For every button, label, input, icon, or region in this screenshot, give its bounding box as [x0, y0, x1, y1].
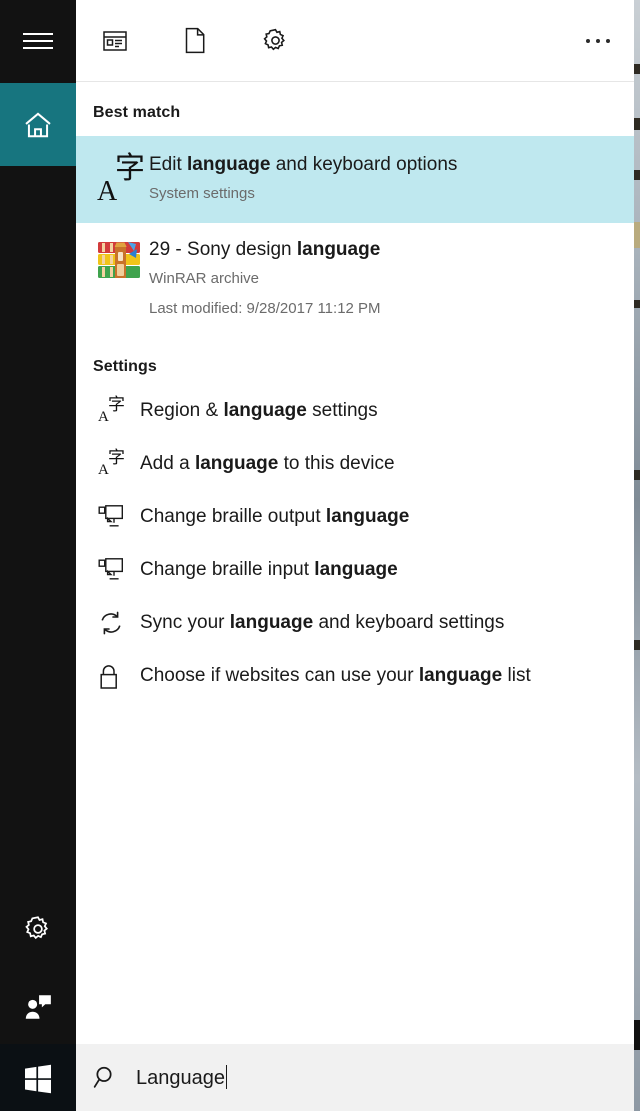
- setting-item-label: Change braille output language: [140, 506, 410, 527]
- search-box[interactable]: Language: [76, 1044, 634, 1111]
- result-icon: [93, 237, 149, 289]
- file-result[interactable]: 29 - Sony design language WinRAR archive…: [76, 223, 634, 334]
- navigation-rail: [0, 0, 76, 1111]
- setting-item-label: Region & language settings: [140, 400, 378, 421]
- search-results-panel: Best match A字 Edit language and keyboard…: [76, 0, 634, 1044]
- best-match-heading: Best match: [93, 104, 181, 121]
- hamburger-icon: [23, 28, 53, 54]
- sidebar-item-settings[interactable]: [0, 888, 76, 970]
- gear-icon: [25, 916, 48, 940]
- file-result-title: 29 - Sony design language: [149, 239, 381, 260]
- setting-item-braille-output[interactable]: Change braille output language: [76, 490, 634, 543]
- setting-item-label: Choose if websites can use your language…: [140, 665, 531, 686]
- setting-item-label: Change braille input language: [140, 559, 398, 580]
- file-result-subtitle: WinRAR archive: [149, 270, 260, 287]
- setting-item-braille-input[interactable]: Change braille input language: [76, 543, 634, 596]
- feedback-icon: [25, 995, 51, 1019]
- text-cursor: [225, 1065, 227, 1089]
- home-icon: [25, 111, 51, 137]
- file-result-modified: Last modified: 9/28/2017 11:12 PM: [149, 300, 381, 317]
- braille-display-icon: [98, 558, 124, 580]
- more-options-button[interactable]: [586, 38, 610, 43]
- language-icon: A字: [98, 394, 125, 425]
- ellipsis-dot: [606, 38, 610, 43]
- tab-settings[interactable]: [246, 12, 304, 70]
- tab-apps[interactable]: [86, 12, 144, 70]
- winrar-archive-icon: [98, 242, 140, 278]
- ellipsis-dot: [586, 38, 590, 43]
- sync-icon: [101, 611, 121, 634]
- gear-icon: [262, 28, 285, 51]
- best-match-result[interactable]: A字 Edit language and keyboard options Sy…: [76, 136, 634, 223]
- tab-documents[interactable]: [166, 12, 224, 70]
- search-input-value: Language: [136, 1067, 225, 1089]
- language-icon: A字: [97, 152, 145, 207]
- setting-item-label: Sync your language and keyboard settings: [140, 612, 505, 633]
- setting-item-sync-language[interactable]: Sync your language and keyboard settings: [76, 596, 634, 649]
- windows-search-overlay: Best match A字 Edit language and keyboard…: [0, 0, 640, 1111]
- hamburger-menu-button[interactable]: [0, 0, 76, 82]
- search-icon: [76, 1064, 136, 1091]
- settings-heading: Settings: [93, 358, 157, 375]
- best-match-subtitle: System settings: [149, 185, 255, 202]
- result-icon: A字: [93, 152, 149, 207]
- sidebar-item-feedback[interactable]: [0, 966, 76, 1048]
- desktop-background-sliver: [634, 0, 640, 1111]
- setting-item-label: Add a language to this device: [140, 453, 395, 474]
- setting-item-add-language[interactable]: A字 Add a language to this device: [76, 437, 634, 490]
- search-input[interactable]: Language: [136, 1065, 227, 1090]
- windows-logo-icon: [25, 1064, 51, 1093]
- language-icon: A字: [98, 447, 125, 478]
- apps-window-icon: [103, 30, 127, 51]
- setting-item-websites-language-list[interactable]: Choose if websites can use your language…: [76, 649, 634, 702]
- document-icon: [185, 27, 205, 54]
- lock-icon: [100, 665, 117, 689]
- braille-display-icon: [98, 505, 124, 527]
- ellipsis-dot: [596, 38, 600, 43]
- start-button[interactable]: [0, 1044, 76, 1111]
- best-match-title: Edit language and keyboard options: [149, 154, 458, 175]
- setting-item-region-language[interactable]: A字 Region & language settings: [76, 384, 634, 437]
- results-toolbar: [76, 0, 634, 82]
- sidebar-item-home[interactable]: [0, 83, 76, 166]
